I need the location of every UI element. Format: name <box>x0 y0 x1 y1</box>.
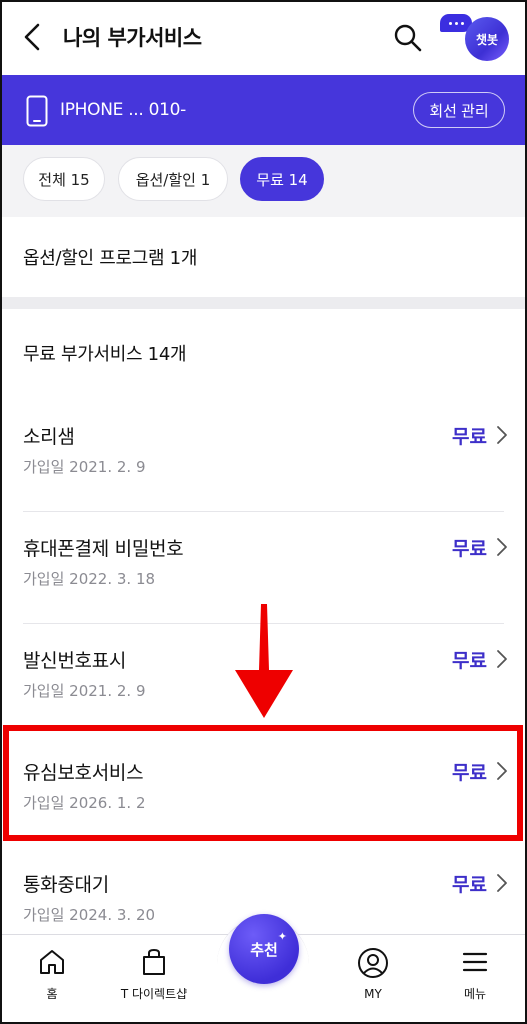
filter-chip-all[interactable]: 전체 15 <box>23 157 105 201</box>
item-name: 소리샘 <box>23 426 75 448</box>
line-name: IPHONE ... 010- <box>60 100 186 120</box>
item-name: 휴대폰결제 비밀번호 <box>23 538 184 560</box>
recommend-label: 추천 <box>250 940 278 959</box>
nav-home-label: 홈 <box>46 987 58 1001</box>
recommend-button[interactable]: 추천 ✦ <box>229 914 299 984</box>
chevron-right-icon <box>497 762 507 780</box>
filter-chip-free[interactable]: 무료 14 <box>240 157 324 201</box>
nav-my[interactable]: MY <box>328 947 418 1001</box>
item-price: 무료 <box>452 538 487 560</box>
chevron-right-icon <box>497 538 507 556</box>
item-name: 유심보호서비스 <box>23 762 144 784</box>
chevron-right-icon <box>497 874 507 892</box>
item-join-date: 가입일 2026. 1. 2 <box>23 794 146 812</box>
section-divider <box>0 297 527 309</box>
list-item[interactable]: 소리샘 가입일 2021. 2. 9 무료 <box>0 400 527 512</box>
filter-chips: 전체 15 옵션/할인 1 무료 14 <box>0 145 527 217</box>
item-price: 무료 <box>452 650 487 672</box>
item-join-date: 가입일 2022. 3. 18 <box>23 570 156 588</box>
nav-menu-label: 메뉴 <box>463 987 487 1001</box>
options-section-title[interactable]: 옵션/할인 프로그램 1개 <box>23 244 197 270</box>
item-price: 무료 <box>452 426 487 448</box>
line-banner: IPHONE ... 010- 회선 관리 <box>0 75 527 145</box>
phone-icon <box>26 95 48 127</box>
page-title: 나의 부가서비스 <box>63 26 202 50</box>
item-join-date: 가입일 2021. 2. 9 <box>23 458 146 476</box>
shopping-bag-icon <box>143 948 165 975</box>
hamburger-menu-icon <box>462 952 488 972</box>
nav-home[interactable]: 홈 <box>7 947 97 1002</box>
sparkle-icon: ✦ <box>277 930 287 943</box>
nav-menu[interactable]: 메뉴 <box>430 947 520 1002</box>
chevron-right-icon <box>497 426 507 444</box>
home-icon <box>40 950 64 974</box>
chevron-right-icon <box>497 650 507 668</box>
item-price: 무료 <box>452 762 487 784</box>
user-circle-icon <box>358 948 388 978</box>
list-item-highlighted[interactable]: 유심보호서비스 가입일 2026. 1. 2 무료 <box>0 736 527 848</box>
search-icon[interactable] <box>392 22 424 54</box>
free-section-title: 무료 부가서비스 14개 <box>23 344 187 365</box>
item-name: 발신번호표시 <box>23 650 127 672</box>
back-arrow-icon[interactable] <box>18 22 48 52</box>
top-app-bar: 나의 부가서비스 챗봇 <box>0 0 527 75</box>
nav-direct-shop[interactable]: T 다이렉트샵 <box>108 947 200 1002</box>
item-join-date: 가입일 2024. 3. 20 <box>23 906 156 924</box>
item-join-date: 가입일 2021. 2. 9 <box>23 682 146 700</box>
filter-chip-options[interactable]: 옵션/할인 1 <box>118 157 228 201</box>
chatbot-label: 챗봇 <box>475 32 499 47</box>
manage-line-button[interactable]: 회선 관리 <box>413 92 505 128</box>
item-price: 무료 <box>452 874 487 896</box>
chatbot-button[interactable]: 챗봇 <box>465 17 509 61</box>
nav-shop-label: T 다이렉트샵 <box>120 987 188 1001</box>
item-name: 통화중대기 <box>23 874 109 896</box>
nav-my-label: MY <box>364 987 382 1001</box>
red-down-arrow-annotation <box>235 604 293 718</box>
